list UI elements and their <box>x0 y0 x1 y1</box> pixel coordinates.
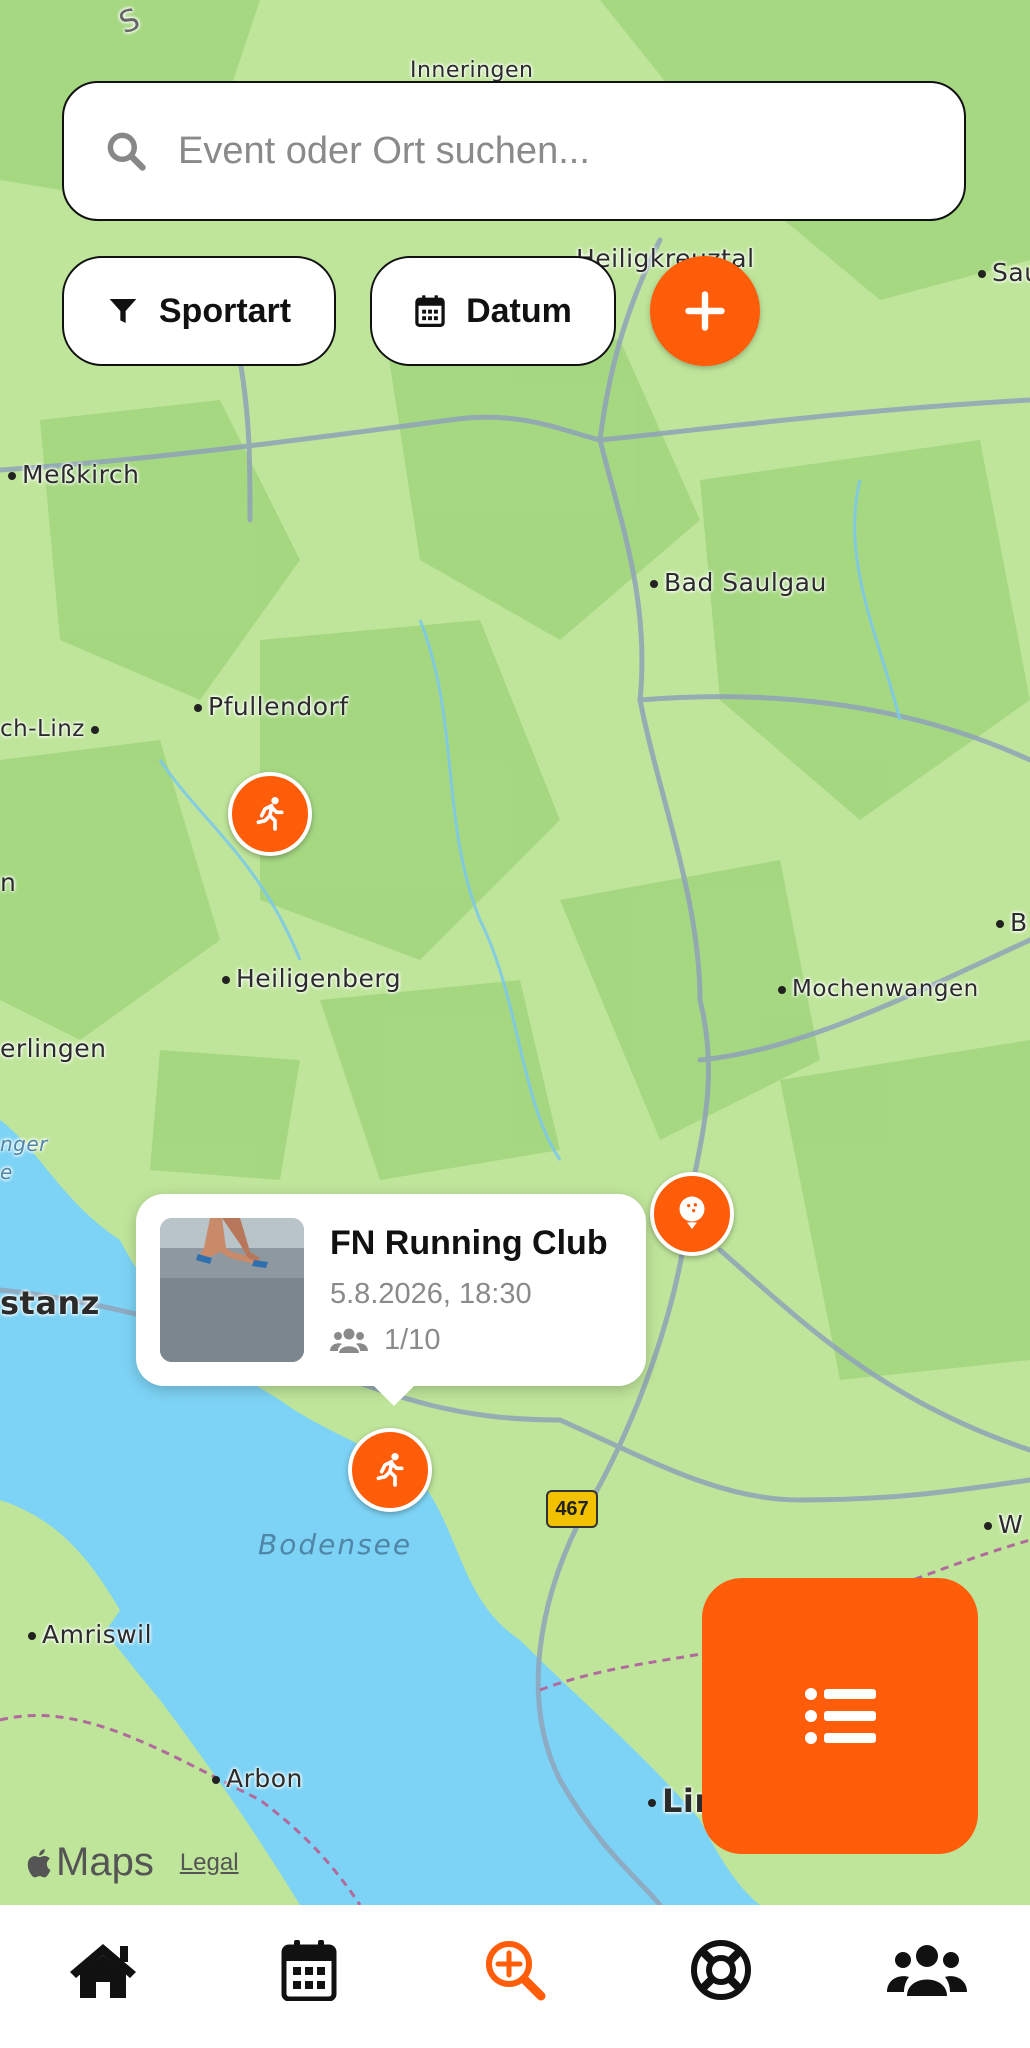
place-name: ch-Linz <box>0 716 85 742</box>
tab-support[interactable] <box>676 1925 766 2015</box>
place-dot <box>28 1632 36 1640</box>
tab-community[interactable] <box>882 1925 972 2015</box>
place-label: erlingen <box>0 1034 107 1063</box>
place-dot <box>778 985 786 994</box>
place-label: nger <box>0 1132 48 1156</box>
place-dot <box>648 1799 656 1807</box>
place-dot <box>90 725 99 734</box>
place-dot <box>650 580 658 588</box>
place-name: Bad Saulgau <box>664 568 827 597</box>
place-name: Heiligenberg <box>236 964 402 993</box>
date-filter-button[interactable]: Datum <box>370 256 616 366</box>
search-plus-icon <box>486 1941 546 2001</box>
place-dot <box>978 270 986 278</box>
place-label: Amriswil <box>28 1620 152 1649</box>
place-name: B <box>1010 908 1028 937</box>
lifebuoy-icon <box>691 1940 751 2000</box>
place-name: Mochenwangen <box>792 976 979 1002</box>
running-icon <box>376 1453 404 1487</box>
callout-pointer <box>372 1384 416 1406</box>
bottom-tab-bar <box>0 1905 1030 2048</box>
place-dot <box>8 472 16 480</box>
event-datetime: 5.8.2026, 18:30 <box>330 1278 532 1310</box>
place-label: Meßkirch <box>8 460 139 489</box>
event-thumbnail <box>160 1218 304 1362</box>
place-label: stanz <box>0 1284 100 1322</box>
home-icon <box>70 1944 136 1998</box>
lake-label: Bodensee <box>258 1528 413 1561</box>
place-name: Amriswil <box>42 1620 153 1649</box>
place-dot <box>212 1776 220 1784</box>
place-label: ch-Linz <box>0 716 105 742</box>
group-icon <box>887 1945 967 1996</box>
event-pin[interactable] <box>348 1428 432 1512</box>
place-dot <box>996 920 1004 928</box>
legal-link[interactable]: Legal <box>180 1849 239 1877</box>
road-number-badge: 467 <box>546 1490 598 1528</box>
map-attribution: Maps Legal <box>24 1840 239 1885</box>
event-pin[interactable] <box>650 1172 734 1256</box>
plus-icon <box>685 291 725 331</box>
place-dot <box>222 976 230 984</box>
people-icon <box>330 1328 368 1353</box>
search-input[interactable]: Event oder Ort suchen... <box>62 81 966 221</box>
apple-logo-icon <box>27 1848 51 1877</box>
search-placeholder: Event oder Ort suchen... <box>178 129 590 172</box>
place-label: Heiligenberg <box>222 964 401 993</box>
filter-icon <box>109 299 137 323</box>
tab-search[interactable] <box>470 1925 560 2015</box>
sport-filter-label: Sportart <box>158 291 292 330</box>
place-name: Arbon <box>226 1764 303 1793</box>
tab-calendar[interactable] <box>264 1925 354 2015</box>
calendar-icon <box>415 295 445 328</box>
place-label: W <box>984 1510 1023 1539</box>
place-name: Meßkirch <box>22 460 140 489</box>
place-name: Sau <box>992 258 1030 287</box>
list-icon <box>805 1688 876 1744</box>
event-participants: 1/10 <box>330 1324 440 1357</box>
place-name: Pfullendorf <box>208 692 349 721</box>
place-label: Sau <box>978 258 1030 287</box>
place-label: Arbon <box>212 1764 303 1793</box>
place-dot <box>984 1522 992 1530</box>
event-pin[interactable] <box>228 772 312 856</box>
calendar-icon <box>281 1940 337 2001</box>
participant-count: 1/10 <box>384 1324 441 1356</box>
golf-icon <box>679 1196 705 1229</box>
place-dot <box>194 704 202 712</box>
list-view-button[interactable] <box>702 1578 978 1854</box>
date-filter-label: Datum <box>466 291 572 330</box>
place-label: Inneringen <box>410 58 534 83</box>
event-preview-card[interactable]: FN Running Club 5.8.2026, 18:30 1/10 <box>136 1194 646 1406</box>
add-event-button[interactable] <box>650 256 760 366</box>
place-label: Mochenwangen <box>778 976 979 1002</box>
sport-filter-button[interactable]: Sportart <box>62 256 336 366</box>
event-title: FN Running Club <box>330 1224 608 1262</box>
search-icon <box>107 132 146 171</box>
place-label: B <box>996 908 1028 937</box>
maps-brand: Maps <box>56 1840 154 1884</box>
running-icon <box>256 797 284 831</box>
place-label: e <box>0 1160 13 1184</box>
place-label: n <box>0 868 17 897</box>
place-name: W <box>998 1510 1024 1539</box>
place-label: Pfullendorf <box>194 692 349 721</box>
tab-home[interactable] <box>58 1925 148 2015</box>
place-label: Bad Saulgau <box>650 568 827 597</box>
